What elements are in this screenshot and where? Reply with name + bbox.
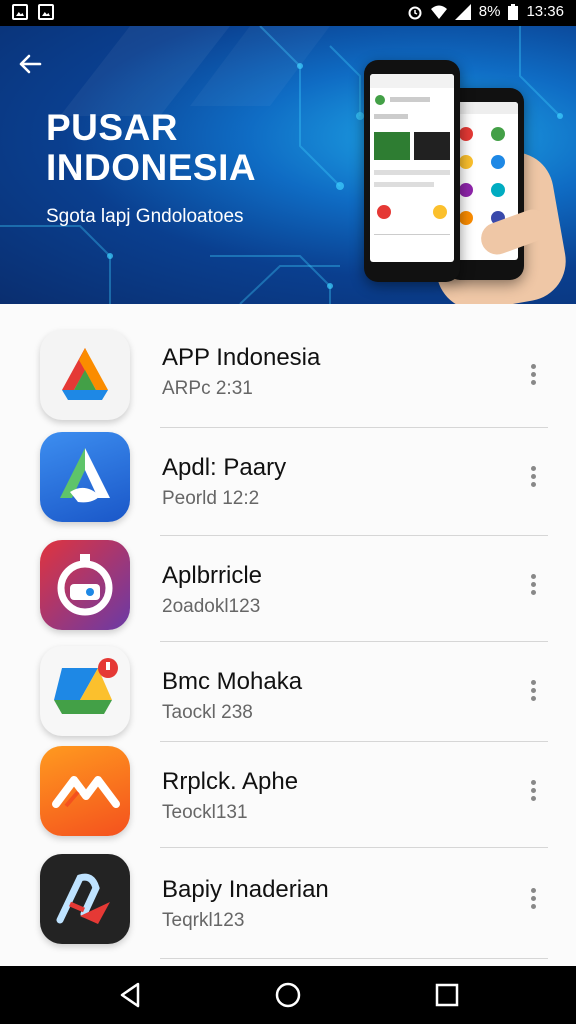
orange-m-icon	[40, 746, 130, 836]
navigation-bar	[0, 966, 576, 1024]
app-subtitle: Peorld 12:2	[162, 488, 260, 509]
title-line-1: PUSAR	[46, 107, 179, 148]
overflow-menu-icon[interactable]	[528, 780, 538, 801]
status-bar: 8% 13:36	[0, 0, 576, 26]
app-name: Apdl: Paary	[162, 454, 287, 481]
header-banner: PUSAR INDONESIA Sgota lapj Gndoloatoes	[0, 26, 576, 304]
triangle-drive-icon	[40, 330, 130, 420]
divider	[160, 641, 548, 642]
page-subtitle: Sgota lapj Gndoloatoes	[46, 206, 244, 227]
app-name: Rrplck. Aphe	[162, 768, 299, 795]
list-item[interactable]: APP Indonesia ARPc 2:31	[0, 330, 576, 426]
nav-home-icon[interactable]	[273, 980, 303, 1010]
app-subtitle: 2oadokl123	[162, 596, 261, 617]
page-title: PUSAR INDONESIA	[46, 108, 256, 188]
app-subtitle: ARPc 2:31	[162, 378, 253, 399]
divider	[160, 535, 548, 536]
overflow-menu-icon[interactable]	[528, 680, 538, 701]
list-item[interactable]: Bmc Mohaka Taockl 238	[0, 646, 576, 742]
blue-a-icon	[40, 432, 130, 522]
battery-percent: 8%	[478, 3, 501, 20]
app-name: Bmc Mohaka	[162, 668, 303, 695]
gallery-notification-icon	[12, 4, 28, 20]
chat-badge-icon	[40, 540, 130, 630]
app-subtitle: Teockl131	[162, 802, 248, 823]
divider	[160, 427, 548, 428]
overflow-menu-icon[interactable]	[528, 466, 538, 487]
back-arrow-icon[interactable]	[14, 48, 46, 80]
app-name: APP Indonesia	[162, 344, 321, 371]
drive-notification-icon	[40, 646, 130, 736]
overflow-menu-icon[interactable]	[528, 364, 538, 385]
wifi-icon	[430, 5, 447, 19]
dark-arrow-icon	[40, 854, 130, 944]
overflow-menu-icon[interactable]	[528, 888, 538, 909]
app-name: Bapiy Inaderian	[162, 876, 329, 903]
divider	[160, 741, 548, 742]
image-notification-icon	[38, 4, 54, 20]
alarm-icon	[408, 6, 422, 19]
status-time: 13:36	[526, 3, 564, 20]
divider	[160, 958, 548, 959]
list-item[interactable]: Aplbrricle 2oadokl123	[0, 540, 576, 636]
divider	[160, 847, 548, 848]
app-subtitle: Taockl 238	[162, 702, 253, 723]
nav-recents-icon[interactable]	[432, 980, 462, 1010]
list-item[interactable]: Bapiy Inaderian Teqrkl123	[0, 854, 576, 950]
title-line-2: INDONESIA	[46, 147, 257, 188]
list-item[interactable]: Rrplck. Aphe Teockl131	[0, 746, 576, 842]
nav-back-icon[interactable]	[116, 980, 146, 1010]
app-name: Aplbrricle	[162, 562, 263, 589]
front-phone-illustration	[364, 60, 460, 282]
battery-icon	[508, 3, 519, 20]
app-list: APP Indonesia ARPc 2:31 Apdl: Paary Peor…	[0, 304, 576, 966]
list-item[interactable]: Apdl: Paary Peorld 12:2	[0, 432, 576, 528]
signal-icon	[454, 3, 471, 20]
overflow-menu-icon[interactable]	[528, 574, 538, 595]
app-subtitle: Teqrkl123	[162, 910, 245, 931]
